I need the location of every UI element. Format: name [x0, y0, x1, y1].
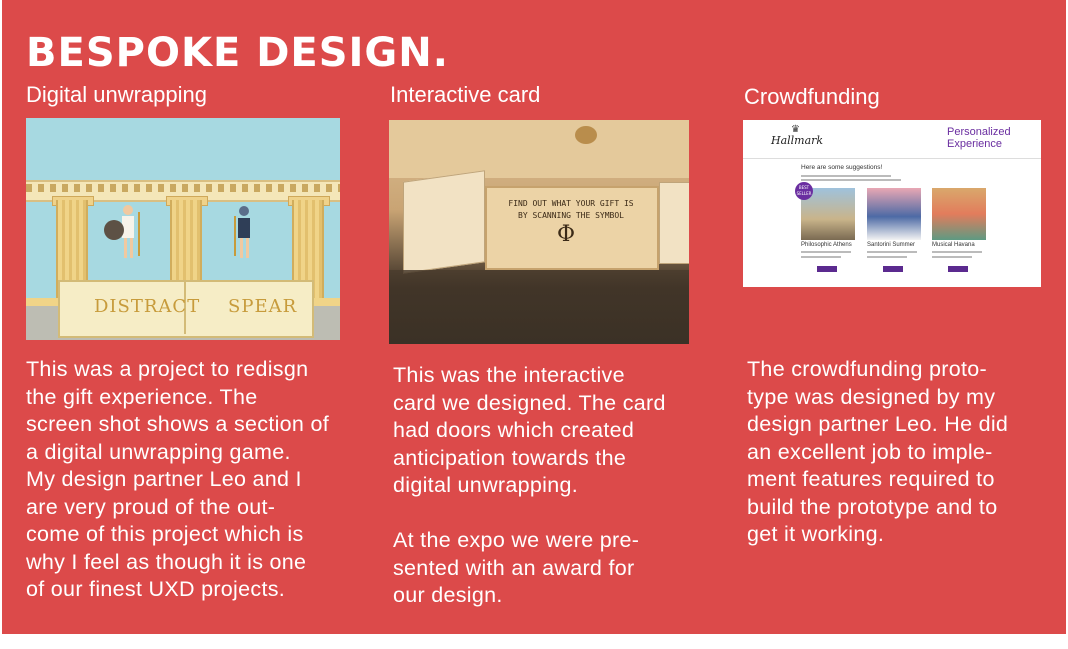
card-right-door	[659, 182, 689, 264]
card-seal-icon	[575, 126, 597, 144]
distract-button: DISTRACT	[94, 296, 201, 317]
phi-symbol-icon: Φ	[557, 222, 576, 247]
select-button-athens	[817, 266, 837, 272]
hallmark-logo: Hallmark	[771, 134, 824, 147]
card-name-santorini: Santorini Summer	[867, 242, 916, 248]
havana-image	[932, 188, 986, 240]
soldier-figure-icon	[234, 206, 250, 258]
santorini-image	[867, 188, 921, 240]
page-title: BESPOKE DESIGN.	[26, 30, 449, 76]
digital-unwrapping-screenshot: DISTRACT SPEAR	[26, 118, 340, 340]
crowdfunding-prototype-screenshot: ♛ Hallmark Personalized Experience Here …	[743, 120, 1041, 287]
personalized-experience-header: Personalized Experience	[947, 126, 1011, 150]
card-left-door	[403, 170, 485, 274]
interactive-card-photo: FIND OUT WHAT YOUR GIFT IS BY SCANNING T…	[389, 120, 689, 344]
crowdfunding-description: The crowdfunding proto- type was designe…	[747, 357, 1009, 546]
heading-crowdfunding: Crowdfunding	[744, 84, 880, 109]
card-name-havana: Musical Havana	[932, 242, 975, 248]
card-name-athens: Philosophic Athens	[801, 242, 852, 248]
spear-button: SPEAR	[228, 296, 298, 317]
heading-digital-unwrapping: Digital unwrapping	[26, 82, 207, 107]
select-button-havana	[948, 266, 968, 272]
heading-interactive-card: Interactive card	[390, 82, 541, 107]
select-button-santorini	[883, 266, 903, 272]
digital-unwrapping-description: This was a project to redisgn the gift e…	[26, 357, 329, 601]
suggestions-heading: Here are some suggestions!	[801, 164, 883, 171]
card-instruction-text: FIND OUT WHAT YOUR GIFT IS BY SCANNING T…	[508, 199, 634, 220]
interactive-card-description: This was the interactive card we designe…	[393, 363, 666, 607]
best-seller-badge: BEST SELLER	[795, 182, 813, 200]
warrior-figure-icon	[104, 205, 140, 258]
